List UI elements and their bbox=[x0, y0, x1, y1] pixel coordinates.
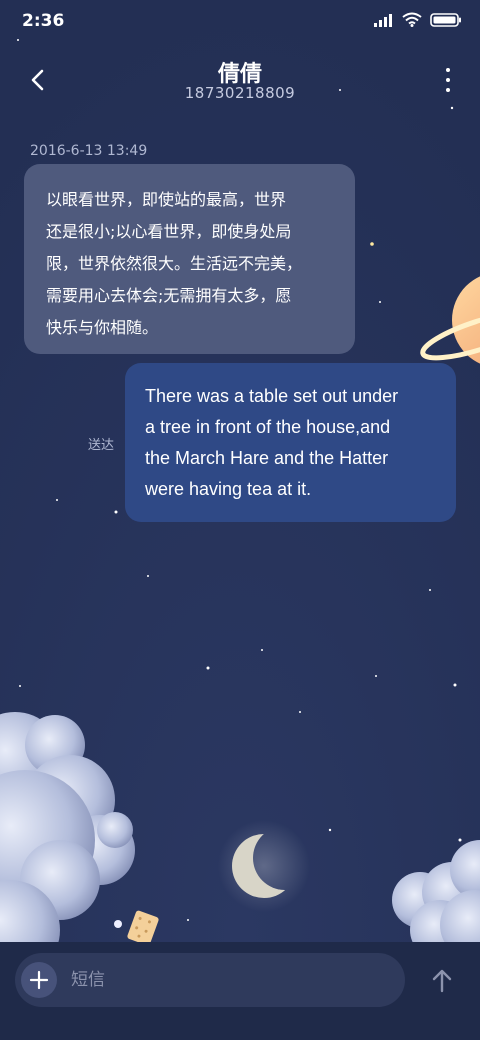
more-dot-icon bbox=[446, 88, 450, 92]
delivery-status: 送达 bbox=[88, 438, 115, 453]
status-icons bbox=[374, 12, 462, 27]
message-line: There was a table set out under bbox=[145, 386, 399, 406]
message-line: 还是很小;以心看世界，即使身处局 bbox=[46, 222, 292, 241]
incoming-message-bubble[interactable]: 以眼看世界，即使站的最高，世界 还是很小;以心看世界，即使身处局 限，世界依然很… bbox=[24, 164, 355, 354]
add-attachment-button[interactable] bbox=[21, 962, 57, 998]
message-line: 需要用心去体会;无需拥有太多，愿 bbox=[46, 286, 292, 305]
status-bar: 2:36 bbox=[0, 0, 480, 42]
message-timestamp: 2016-6-13 13:49 bbox=[30, 143, 148, 159]
message-line: 快乐与你相随。 bbox=[46, 318, 159, 337]
signal-icon bbox=[374, 13, 392, 27]
message-line: 以眼看世界，即使站的最高，世界 bbox=[46, 190, 287, 209]
message-line: a tree in front of the house,and bbox=[145, 417, 391, 437]
outgoing-message-bubble[interactable]: There was a table set out under a tree i… bbox=[125, 363, 456, 522]
message-line: the March Hare and the Hatter bbox=[145, 448, 389, 468]
plus-icon bbox=[29, 970, 49, 990]
send-button[interactable] bbox=[426, 965, 458, 997]
message-line: 限，世界依然很大。生活远不完美， bbox=[46, 254, 303, 273]
message-line: were having tea at it. bbox=[145, 479, 312, 499]
status-time: 2:36 bbox=[22, 11, 65, 31]
contact-phone: 18730218809 bbox=[184, 84, 296, 102]
conversation-header: 倩倩 18730218809 bbox=[0, 52, 480, 112]
battery-icon bbox=[430, 12, 461, 27]
more-options-button[interactable] bbox=[444, 68, 452, 92]
wifi-icon bbox=[402, 12, 422, 27]
composer-input-container bbox=[15, 953, 405, 1007]
message-input[interactable] bbox=[71, 953, 391, 1007]
more-dot-icon bbox=[446, 78, 450, 82]
more-dot-icon bbox=[446, 68, 450, 72]
